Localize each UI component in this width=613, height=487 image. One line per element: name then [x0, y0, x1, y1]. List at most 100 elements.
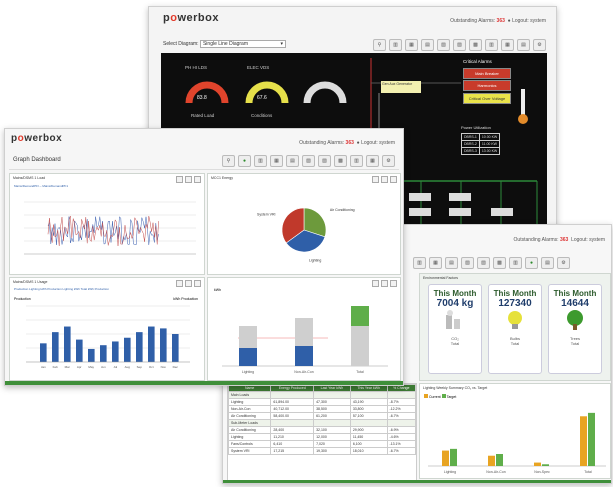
bar [76, 339, 83, 362]
logout-link[interactable]: Logout: system [571, 237, 605, 243]
chart-icon[interactable]: ▤ [421, 39, 434, 51]
logout-link[interactable]: Logout: system [512, 18, 546, 24]
chart-icon[interactable]: ▩ [469, 39, 482, 51]
bar [542, 464, 549, 466]
settings-icon[interactable]: ⚙ [557, 257, 570, 269]
outstanding-count[interactable]: 363 [346, 140, 354, 146]
chart-icon[interactable]: ▨ [453, 39, 466, 51]
table-row[interactable]: Lighting 61,894.00 47,300 43,190 -8.7% [228, 398, 416, 406]
table-cell: 6,100 [349, 440, 388, 448]
table-cell: 11,210 [270, 433, 315, 441]
chart-icon[interactable]: ▩ [334, 155, 347, 167]
chart-icon[interactable]: ▦ [405, 39, 418, 51]
critical-alarm-overvoltage[interactable]: Critical Over Voltage [463, 93, 511, 104]
table-cell [270, 391, 315, 399]
power-utilization-title: Power Utilization [461, 125, 491, 130]
x-tick-label: Total [584, 470, 592, 474]
chart-icon[interactable]: ▩ [493, 257, 506, 269]
chart-icon[interactable]: ▥ [389, 39, 402, 51]
table-cell: -8.7% [386, 398, 416, 406]
table-cell: 43,190 [349, 398, 388, 406]
table-row[interactable]: Lighting 11,210 12,000 11,450 -4.6% [228, 433, 416, 441]
logout-link[interactable]: Logout: system [361, 140, 395, 146]
table-cell: 57,100 [349, 412, 388, 420]
outstanding-label: Outstanding Alarms: [299, 140, 345, 146]
diagram-select[interactable]: Single Line Diagram ▾ [199, 40, 286, 48]
kpi-value: 127340 [498, 298, 532, 309]
chart-icon[interactable]: ▧ [437, 39, 450, 51]
chart-icon[interactable]: ▥ [413, 257, 426, 269]
kpi-month: This Month [553, 289, 597, 298]
outstanding-count[interactable]: 363 [560, 237, 568, 243]
table-row[interactable]: Non-Air-Con 40,712.00 38,500 33,800 -12.2% [228, 405, 416, 413]
table-row[interactable]: Sub-Meter Loads [228, 419, 416, 427]
environmental-factors-panel: Environmental Factors This Month 7004 kg… [419, 273, 611, 381]
chart-icon[interactable]: ▤ [286, 155, 299, 167]
bar [124, 337, 131, 362]
chart-icon[interactable]: ▦ [429, 257, 442, 269]
leaf-icon[interactable]: ● [238, 155, 251, 167]
chart-icon[interactable]: ▥ [254, 155, 267, 167]
export-icon[interactable] [176, 176, 183, 183]
chart-icon[interactable]: ▤ [541, 257, 554, 269]
table-row[interactable]: Main Loads [228, 391, 416, 399]
chart-icon[interactable]: ▦ [501, 39, 514, 51]
chart-icon[interactable]: ▤ [445, 257, 458, 269]
chart-icon[interactable]: ▨ [477, 257, 490, 269]
maximize-icon[interactable] [185, 280, 192, 287]
kpi-bulbs: This Month 127340 Bulbs Total [488, 284, 542, 374]
table-cell: 19,300 [313, 447, 351, 455]
bar [88, 348, 95, 362]
bar [64, 326, 71, 362]
table-cell [349, 391, 388, 399]
chart-icon[interactable]: ▨ [318, 155, 331, 167]
table-row[interactable]: Air Conditioning 58,400.00 61,200 57,100 -6.… [228, 412, 416, 420]
chart-icon[interactable]: ▤ [517, 39, 530, 51]
table-cell [270, 419, 315, 427]
maximize-icon[interactable] [381, 280, 388, 287]
leaf-icon[interactable]: ● [525, 257, 538, 269]
x-tick-label: Apr [77, 365, 82, 369]
export-icon[interactable] [372, 280, 379, 287]
chart-icon[interactable]: ▥ [509, 257, 522, 269]
table-row[interactable]: Air Conditioning 28,400 32,100 29,900 -6.9% [228, 426, 416, 434]
table-cell: -6.7% [386, 447, 416, 455]
side-info-box[interactable]: Gen Aux Generator [381, 81, 421, 93]
table-cell: Lighting [228, 433, 272, 441]
bar [534, 462, 541, 466]
alarm-status: Outstanding Alarms: 363 ● Logout: system [299, 140, 395, 146]
close-icon[interactable] [194, 280, 201, 287]
chart-icon[interactable]: ▥ [485, 39, 498, 51]
chart-icon[interactable]: ▦ [270, 155, 283, 167]
panel-title: Mains/DSMS 1 Load [13, 176, 46, 180]
maximize-icon[interactable] [185, 176, 192, 183]
table-cell [313, 391, 351, 399]
power-cell: DBRS-2 [461, 140, 480, 148]
zoom-icon[interactable]: ⚲ [222, 155, 235, 167]
critical-alarm-harmonics[interactable]: Harmonics [463, 80, 511, 91]
bar [148, 326, 155, 362]
settings-icon[interactable]: ⚙ [382, 155, 395, 167]
settings-icon[interactable]: ⚙ [533, 39, 546, 51]
energy-table: Name Energy Produced Last Year kWh This Yea… [228, 384, 416, 455]
table-row[interactable]: System VRI 17,215 19,300 18,010 -6.7% [228, 447, 416, 455]
chart-icon[interactable]: ▦ [366, 155, 379, 167]
table-row[interactable]: Fans/Controls 6,410 7,020 6,100 -13.1% [228, 440, 416, 448]
energy-pie-panel: MCC1 Energy Air Conditioning Lighting Syst… [207, 173, 401, 275]
zoom-icon[interactable]: ⚲ [373, 39, 386, 51]
stack-segment [239, 326, 257, 348]
x-tick-label: Lighting [444, 470, 456, 474]
outstanding-count[interactable]: 363 [497, 18, 505, 24]
export-icon[interactable] [176, 280, 183, 287]
critical-alarm-main-breaker[interactable]: Main Breaker [463, 68, 511, 79]
table-cell [386, 419, 416, 427]
chart-icon[interactable]: ▥ [350, 155, 363, 167]
chart-icon[interactable]: ▧ [461, 257, 474, 269]
usage-bar-panel: Mains/DSMS 1 Usage Production Lighting k… [9, 277, 205, 381]
table-cell: -6.7% [386, 412, 416, 420]
stack-segment [351, 306, 369, 326]
chart-icon[interactable]: ▧ [302, 155, 315, 167]
close-icon[interactable] [390, 280, 397, 287]
kpi-value: 14644 [561, 298, 589, 309]
close-icon[interactable] [194, 176, 201, 183]
